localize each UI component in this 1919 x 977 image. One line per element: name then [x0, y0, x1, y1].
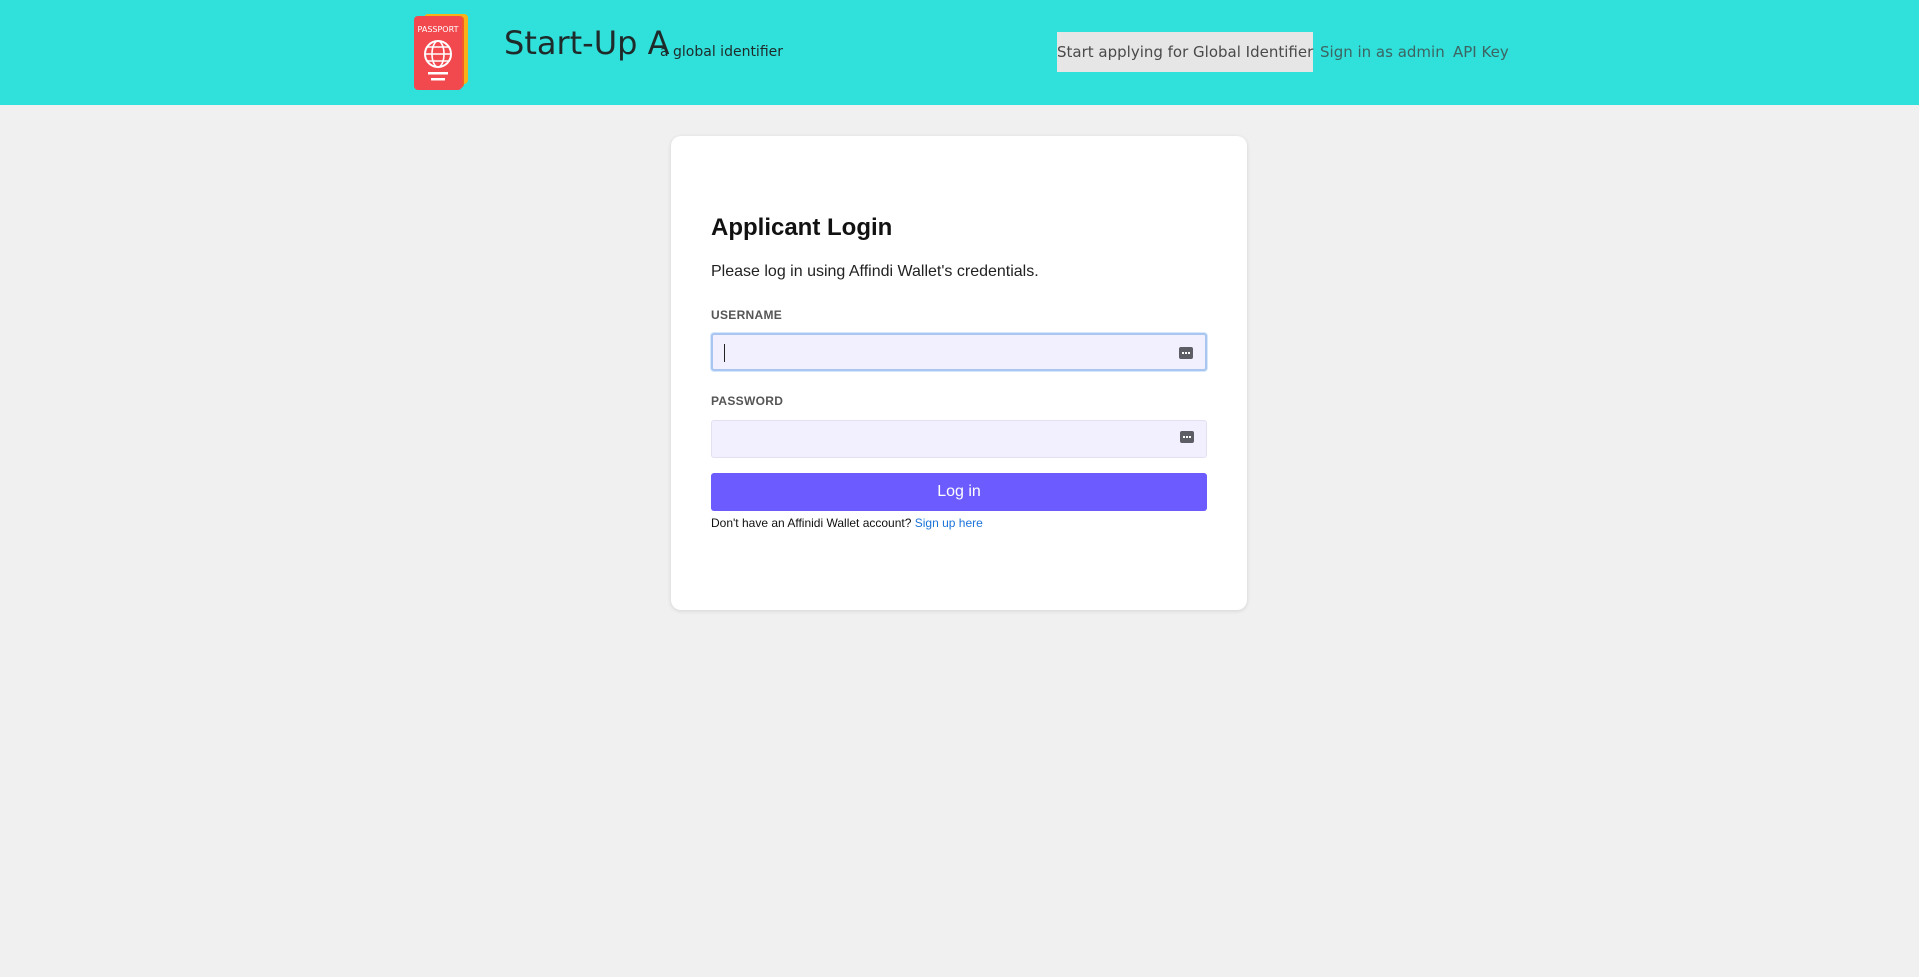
- username-field: [711, 333, 1207, 371]
- password-label: PASSWORD: [711, 394, 784, 408]
- password-manager-icon[interactable]: [1180, 431, 1194, 443]
- password-field: [711, 420, 1207, 458]
- signup-link[interactable]: Sign up here: [915, 516, 983, 530]
- username-input[interactable]: [713, 335, 1205, 369]
- username-label: USERNAME: [711, 308, 783, 322]
- login-description: Please log in using Affindi Wallet's cre…: [711, 263, 1039, 280]
- passport-icon: PASSPORT: [414, 14, 468, 90]
- password-manager-icon[interactable]: [1179, 347, 1193, 359]
- top-header: PASSPORT Start-Up A a global identifier …: [0, 0, 1919, 105]
- login-title: Applicant Login: [711, 214, 893, 241]
- login-card: Applicant Login Please log in using Affi…: [671, 136, 1247, 610]
- signup-prompt-row: Don't have an Affinidi Wallet account? S…: [711, 516, 983, 530]
- brand-subtitle: a global identifier: [660, 44, 784, 60]
- nav-sign-in-admin[interactable]: Sign in as admin: [1320, 32, 1445, 72]
- brand-title: Start-Up A: [504, 24, 670, 62]
- signup-prompt: Don't have an Affinidi Wallet account?: [711, 516, 912, 530]
- nav-start-applying[interactable]: Start applying for Global Identifier: [1057, 32, 1313, 72]
- nav-api-key[interactable]: API Key: [1453, 32, 1509, 72]
- text-caret: [724, 344, 725, 362]
- password-input[interactable]: [712, 421, 1206, 457]
- passport-logo-text: PASSPORT: [418, 25, 459, 34]
- login-button[interactable]: Log in: [711, 473, 1207, 511]
